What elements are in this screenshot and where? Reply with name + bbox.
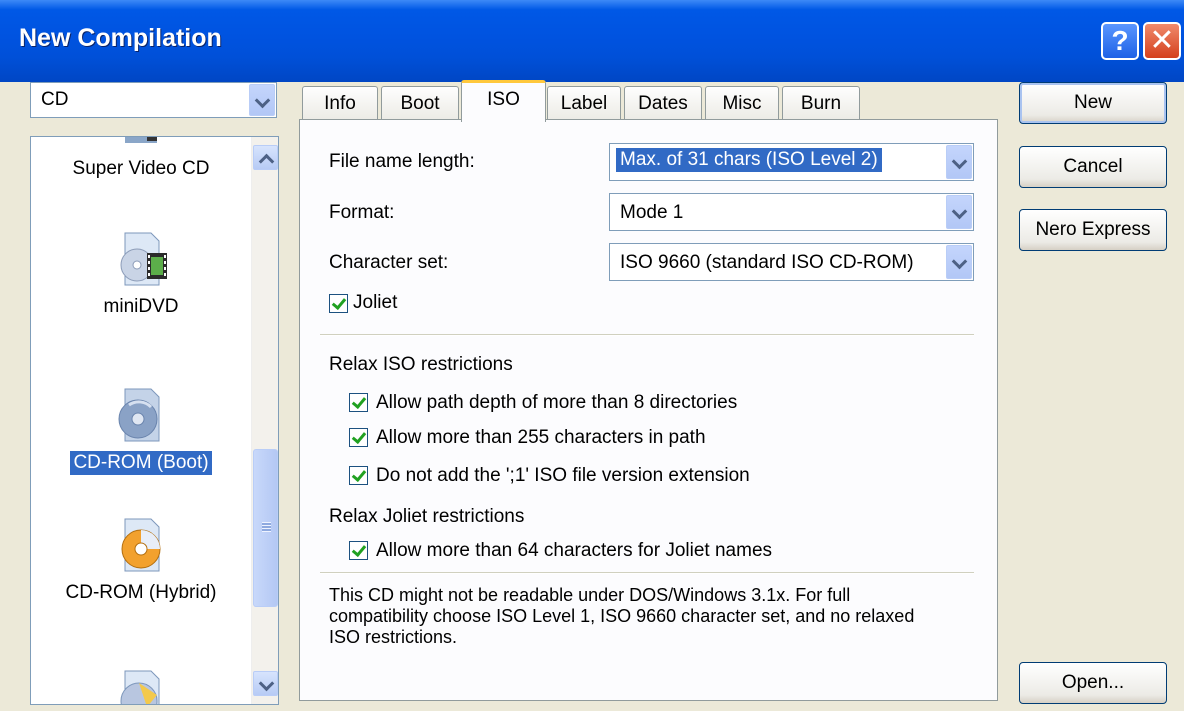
cd-rom-boot-icon — [118, 388, 160, 442]
file-name-length-label: File name length: — [329, 151, 475, 172]
list-item[interactable]: CD-ROM (Boot) — [31, 385, 251, 475]
list-item[interactable]: miniDVD — [31, 229, 251, 319]
character-set-label: Character set: — [329, 252, 449, 273]
disc-type-combo[interactable]: CD — [30, 82, 277, 118]
compatibility-note: This CD might not be readable under DOS/… — [329, 585, 915, 647]
tab-boot[interactable]: Boot — [381, 86, 459, 120]
new-compilation-dialog: New Compilation ? ✕ CD Super Video CD mi… — [0, 0, 1184, 711]
path-length-checkbox[interactable] — [349, 428, 368, 447]
format-select[interactable]: Mode 1 — [609, 193, 974, 231]
path-depth-checkbox[interactable] — [349, 393, 368, 412]
version-extension-label: Do not add the ';1' ISO file version ext… — [376, 465, 750, 486]
tab-info[interactable]: Info — [302, 86, 378, 120]
list-item-label: CD-ROM (Hybrid) — [65, 582, 217, 603]
divider — [320, 572, 974, 574]
list-item[interactable]: CD-ROM (Hybrid) — [31, 515, 251, 605]
joliet-names-checkbox[interactable] — [349, 541, 368, 560]
list-item[interactable] — [31, 667, 251, 704]
relax-joliet-heading: Relax Joliet restrictions — [329, 506, 525, 527]
relax-iso-heading: Relax ISO restrictions — [329, 354, 513, 375]
character-set-value: ISO 9660 (standard ISO CD-ROM) — [620, 252, 914, 273]
path-length-label: Allow more than 255 characters in path — [376, 427, 706, 448]
close-button[interactable]: ✕ — [1143, 22, 1181, 60]
tab-misc[interactable]: Misc — [705, 86, 779, 120]
scroll-up-icon[interactable] — [253, 145, 278, 170]
character-set-select[interactable]: ISO 9660 (standard ISO CD-ROM) — [609, 243, 974, 281]
joliet-checkbox[interactable] — [329, 294, 348, 313]
scroll-down-icon[interactable] — [253, 671, 278, 696]
joliet-names-label: Allow more than 64 characters for Joliet… — [376, 540, 773, 561]
tab-iso[interactable]: ISO — [461, 80, 546, 122]
file-name-length-value: Max. of 31 chars (ISO Level 2) — [616, 148, 882, 172]
format-value: Mode 1 — [620, 202, 684, 223]
help-button[interactable]: ? — [1101, 22, 1139, 60]
path-depth-label: Allow path depth of more than 8 director… — [376, 392, 738, 413]
compilation-type-list[interactable]: Super Video CD miniDVD CD-ROM (Boot) CD-… — [30, 136, 279, 705]
tab-burn[interactable]: Burn — [782, 86, 860, 120]
tab-label[interactable]: Label — [547, 86, 621, 120]
chevron-down-icon[interactable] — [946, 245, 972, 279]
nero-express-button[interactable]: Nero Express — [1019, 209, 1167, 251]
grip-icon — [262, 522, 271, 532]
joliet-label: Joliet — [353, 292, 398, 313]
open-button[interactable]: Open... — [1019, 662, 1167, 704]
new-button[interactable]: New — [1019, 82, 1167, 124]
scroll-thumb[interactable] — [253, 449, 278, 607]
list-item[interactable]: Super Video CD — [31, 137, 251, 181]
minidvd-icon — [120, 232, 167, 286]
chevron-down-icon[interactable] — [249, 84, 275, 116]
list-scrollbar[interactable] — [251, 137, 278, 704]
list-item-label: miniDVD — [103, 296, 179, 317]
cd-rom-hybrid-icon — [121, 518, 161, 572]
cd-icon — [120, 670, 160, 704]
title-bar[interactable]: New Compilation ? ✕ — [0, 0, 1184, 82]
super-video-cd-icon — [125, 137, 157, 143]
cancel-button[interactable]: Cancel — [1019, 146, 1167, 188]
window-title: New Compilation — [19, 24, 222, 52]
format-label: Format: — [329, 202, 395, 223]
version-extension-checkbox[interactable] — [349, 466, 368, 485]
file-name-length-select[interactable]: Max. of 31 chars (ISO Level 2) — [609, 143, 974, 181]
list-item-label: Super Video CD — [72, 158, 210, 179]
chevron-down-icon[interactable] — [946, 195, 972, 229]
list-item-label: CD-ROM (Boot) — [70, 451, 212, 475]
tab-dates[interactable]: Dates — [624, 86, 702, 120]
chevron-down-icon[interactable] — [946, 145, 972, 179]
disc-type-value: CD — [41, 89, 69, 110]
divider — [320, 334, 974, 336]
